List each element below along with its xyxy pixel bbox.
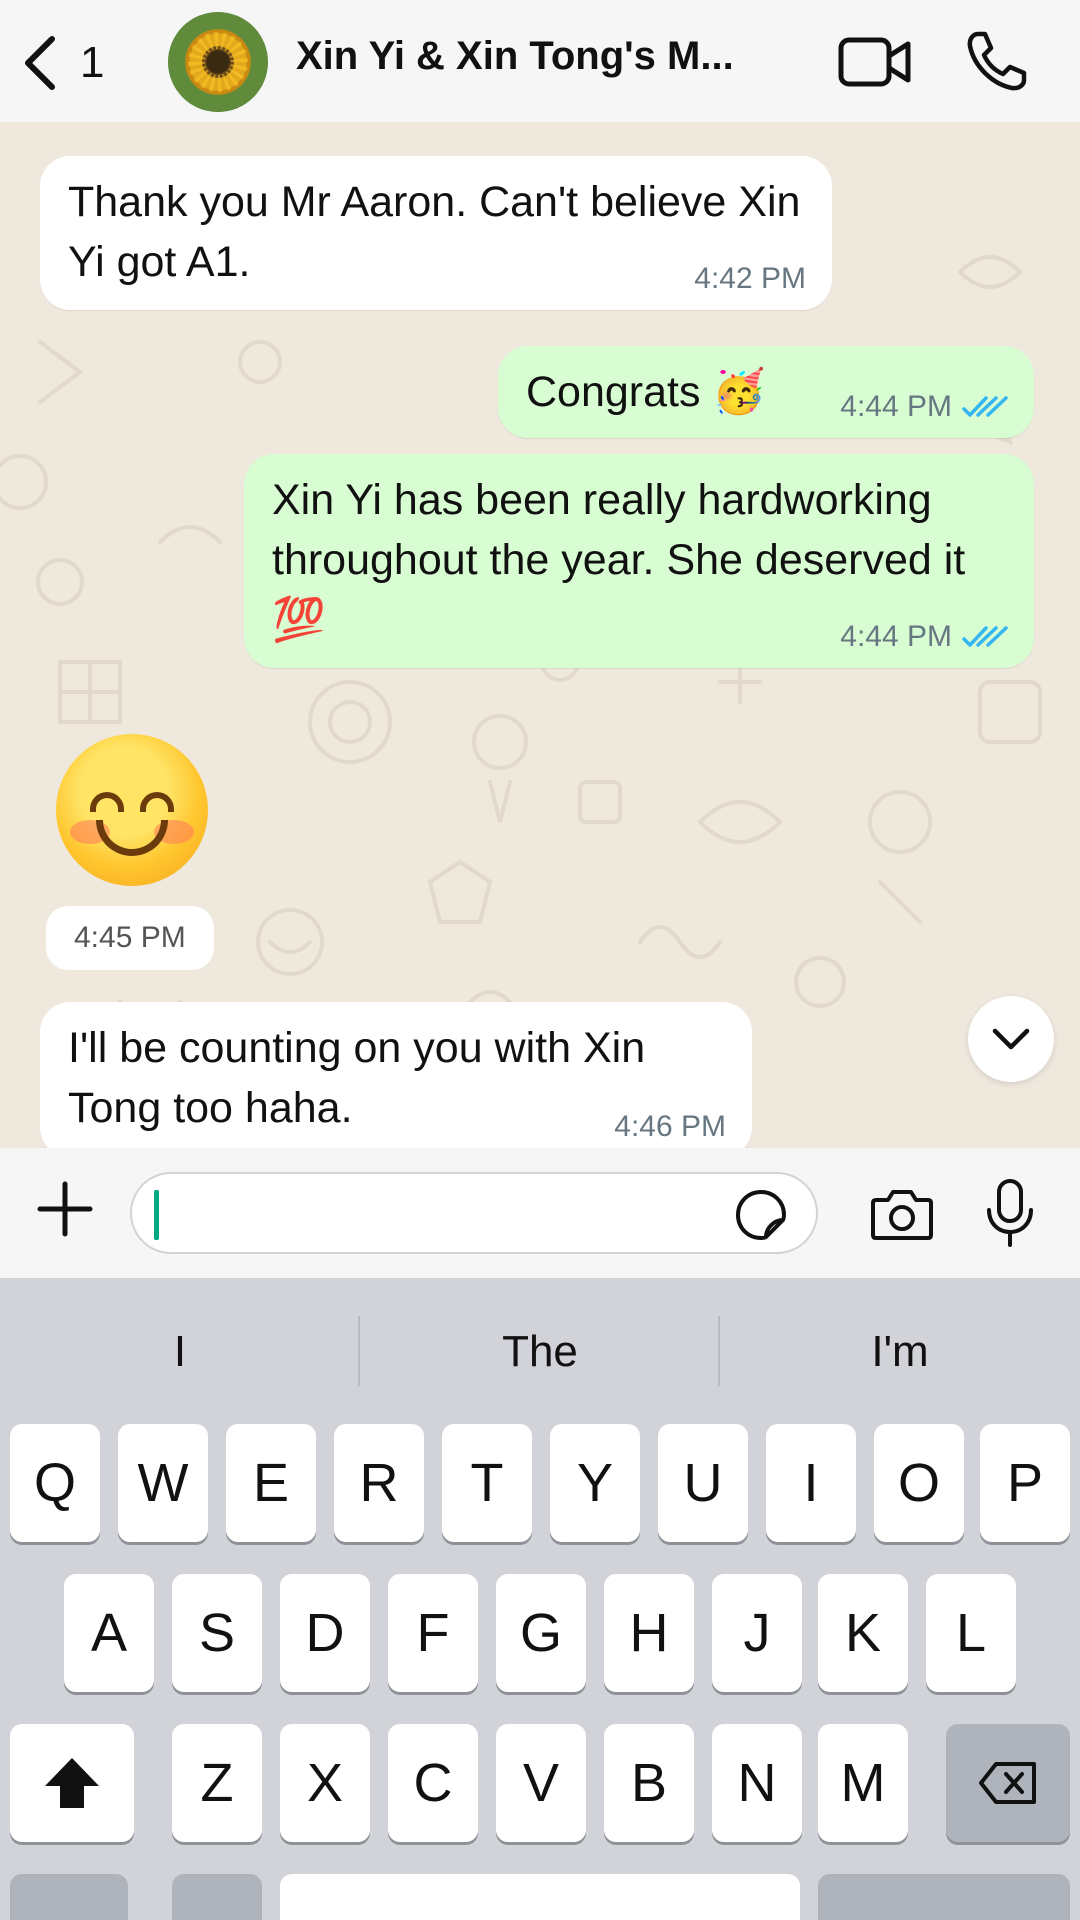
emoji-eye xyxy=(90,792,124,812)
message-time: 4:42 PM xyxy=(694,262,806,295)
message-input[interactable] xyxy=(130,1172,818,1254)
suggestion-item[interactable]: I xyxy=(2,1312,358,1392)
message-time: 4:44 PM xyxy=(840,620,952,653)
chevron-left-icon xyxy=(25,36,55,90)
message-meta: 4:44 PM xyxy=(840,620,1008,654)
key-b[interactable]: B xyxy=(604,1724,694,1842)
camera-icon[interactable] xyxy=(870,1186,934,1242)
phone-icon[interactable] xyxy=(966,30,1028,92)
key-q[interactable]: Q xyxy=(10,1424,100,1542)
delete-key[interactable] xyxy=(946,1724,1070,1842)
key-z[interactable]: Z xyxy=(172,1724,262,1842)
suggestion-item[interactable]: The xyxy=(362,1312,718,1392)
unread-count: 1 xyxy=(80,38,105,87)
return-key[interactable] xyxy=(818,1874,1070,1920)
avatar[interactable] xyxy=(168,12,268,112)
read-ticks-icon xyxy=(962,626,1008,647)
key-p[interactable]: P xyxy=(980,1424,1070,1542)
key-k[interactable]: K xyxy=(818,1574,908,1692)
plus-icon[interactable] xyxy=(34,1178,96,1240)
message-bubble[interactable]: Xin Yi has been really hardworking throu… xyxy=(244,454,1034,668)
space-key[interactable] xyxy=(280,1874,800,1920)
chat-header: 1 Xin Yi & Xin Tong's M... xyxy=(0,0,1080,122)
key-g[interactable]: G xyxy=(496,1574,586,1692)
suggestion-divider xyxy=(718,1316,720,1386)
key-t[interactable]: T xyxy=(442,1424,532,1542)
key-c[interactable]: C xyxy=(388,1724,478,1842)
key-m[interactable]: M xyxy=(818,1724,908,1842)
key-i[interactable]: I xyxy=(766,1424,856,1542)
message-bubble[interactable]: Thank you Mr Aaron. Can't believe Xin Yi… xyxy=(40,156,832,310)
message-text: Congrats 🥳 xyxy=(526,368,766,416)
message-time: 4:46 PM xyxy=(614,1110,726,1143)
key-s[interactable]: S xyxy=(172,1574,262,1692)
message-time: 4:45 PM xyxy=(46,906,214,970)
message-meta: 4:44 PM xyxy=(840,390,1008,424)
chevron-down-icon xyxy=(992,1028,1030,1050)
key-w[interactable]: W xyxy=(118,1424,208,1542)
emoji-mouth xyxy=(96,820,168,856)
key-o[interactable]: O xyxy=(874,1424,964,1542)
scroll-to-bottom-button[interactable] xyxy=(968,996,1054,1082)
message-bubble[interactable]: I'll be counting on you with Xin Tong to… xyxy=(40,1002,752,1148)
read-ticks-icon xyxy=(962,396,1008,417)
key-a[interactable]: A xyxy=(64,1574,154,1692)
key-h[interactable]: H xyxy=(604,1574,694,1692)
key-d[interactable]: D xyxy=(280,1574,370,1692)
key-x[interactable]: X xyxy=(280,1724,370,1842)
video-camera-icon[interactable] xyxy=(838,34,912,90)
chat-title[interactable]: Xin Yi & Xin Tong's M... xyxy=(296,34,736,79)
shift-icon xyxy=(45,1758,99,1808)
composer-bar xyxy=(0,1148,1080,1278)
shift-key[interactable] xyxy=(10,1724,134,1842)
back-button[interactable]: 1 xyxy=(20,28,104,98)
key-j[interactable]: J xyxy=(712,1574,802,1692)
predictive-bar: I The I'm xyxy=(0,1278,1080,1422)
keyboard: I The I'm Q W E R T Y U I O P A S D F G … xyxy=(0,1278,1080,1920)
message-time: 4:44 PM xyxy=(840,390,952,423)
key-e[interactable]: E xyxy=(226,1424,316,1542)
smiling-face-emoji-icon[interactable] xyxy=(56,734,208,886)
sticker-icon[interactable] xyxy=(734,1188,788,1242)
suggestion-item[interactable]: I'm xyxy=(722,1312,1078,1392)
text-caret xyxy=(154,1190,159,1240)
key-u[interactable]: U xyxy=(658,1424,748,1542)
suggestion-divider xyxy=(358,1316,360,1386)
numbers-key[interactable] xyxy=(10,1874,128,1920)
emoji-eye xyxy=(140,792,174,812)
key-l[interactable]: L xyxy=(926,1574,1016,1692)
key-f[interactable]: F xyxy=(388,1574,478,1692)
backspace-icon xyxy=(979,1762,1036,1804)
emoji-key[interactable] xyxy=(172,1874,262,1920)
message-bubble[interactable]: Congrats 🥳 4:44 PM xyxy=(498,346,1034,438)
microphone-icon[interactable] xyxy=(984,1178,1036,1248)
key-y[interactable]: Y xyxy=(550,1424,640,1542)
message-meta: 4:46 PM xyxy=(614,1110,726,1144)
message-meta: 4:42 PM xyxy=(694,262,806,296)
key-r[interactable]: R xyxy=(334,1424,424,1542)
key-n[interactable]: N xyxy=(712,1724,802,1842)
chat-area[interactable]: Thank you Mr Aaron. Can't believe Xin Yi… xyxy=(0,122,1080,1148)
key-v[interactable]: V xyxy=(496,1724,586,1842)
